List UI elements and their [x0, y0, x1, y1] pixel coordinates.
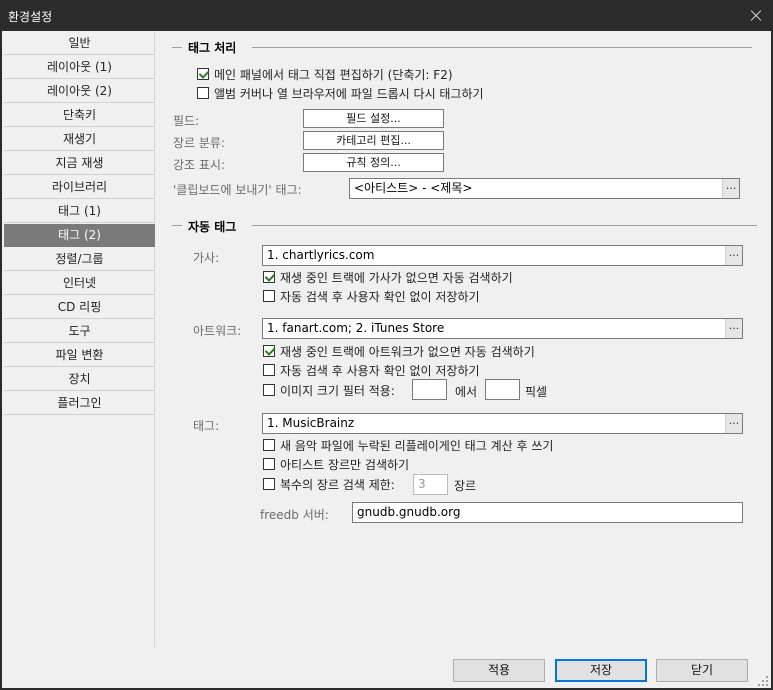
sidebar-item[interactable]: 인터넷 [4, 272, 155, 295]
fields-label: 필드: [173, 114, 200, 128]
lyrics-provider-input[interactable]: 1. chartlyrics.com [262, 245, 743, 266]
artist-genre-checkbox[interactable] [263, 458, 275, 470]
freedb-server-input[interactable]: gnudb.gnudb.org [352, 502, 743, 523]
lyrics-provider-more-button[interactable]: ... [725, 246, 742, 265]
tags-label: 태그: [193, 419, 220, 433]
inline-edit-checkbox[interactable] [197, 68, 209, 80]
clipboard-tag-value: <아티스트> - <제목> [354, 181, 473, 195]
lyrics-auto-search-label[interactable]: 재생 중인 트랙에 가사가 없으면 자동 검색하기 [280, 269, 513, 286]
sidebar-item[interactable]: 재생기 [4, 128, 155, 151]
fields-settings-button[interactable]: 필드 설정... [303, 109, 444, 128]
artwork-provider-value: 1. fanart.com; 2. iTunes Store [267, 321, 445, 335]
genre-edit-button[interactable]: 카테고리 편집... [303, 131, 444, 150]
sidebar-item[interactable]: 라이브러리 [4, 176, 155, 199]
highlight-label: 강조 표시: [173, 158, 226, 172]
artwork-auto-search-checkbox[interactable] [263, 345, 275, 357]
sidebar-item[interactable]: CD 리핑 [4, 296, 155, 319]
artwork-auto-search-label[interactable]: 재생 중인 트랙에 아트워크가 없으면 자동 검색하기 [280, 343, 535, 360]
section-title-auto-tag: 자동 태그 [188, 218, 243, 235]
artwork-size-min-input[interactable] [412, 379, 447, 400]
sidebar-item[interactable]: 플러그인 [4, 392, 155, 415]
artwork-provider-input[interactable]: 1. fanart.com; 2. iTunes Store [262, 318, 743, 339]
sidebar-item[interactable]: 레이아웃 (2) [4, 80, 155, 103]
lyrics-auto-save-label[interactable]: 자동 검색 후 사용자 확인 없이 저장하기 [280, 288, 480, 305]
limit-genres-value: 3 [418, 477, 426, 491]
sidebar-item[interactable]: 파일 변환 [4, 344, 155, 367]
lyrics-label: 가사: [193, 251, 220, 265]
artwork-size-unit-label: 픽셀 [525, 385, 548, 399]
artwork-size-between-label: 에서 [455, 385, 478, 399]
sidebar-item[interactable]: 태그 (1) [4, 200, 155, 223]
limit-genres-label[interactable]: 복수의 장르 검색 제한: [280, 476, 395, 493]
section-divider [172, 225, 182, 226]
artwork-auto-save-label[interactable]: 자동 검색 후 사용자 확인 없이 저장하기 [280, 362, 480, 379]
window-title: 환경설정 [8, 10, 53, 24]
close-button[interactable]: 닫기 [656, 659, 748, 682]
close-icon[interactable] [744, 4, 768, 28]
section-divider [252, 47, 752, 48]
artwork-size-filter-label[interactable]: 이미지 크기 필터 적용: [280, 382, 395, 399]
replaygain-checkbox[interactable] [263, 439, 275, 451]
sidebar-item[interactable]: 일반 [4, 32, 155, 55]
sidebar-item[interactable]: 레이아웃 (1) [4, 56, 155, 79]
clipboard-tag-input[interactable]: <아티스트> - <제목> [349, 178, 740, 199]
artwork-provider-more-button[interactable]: ... [725, 319, 742, 338]
lyrics-provider-value: 1. chartlyrics.com [267, 248, 375, 262]
resize-grip-icon[interactable] [758, 676, 768, 686]
sidebar: 일반 레이아웃 (1) 레이아웃 (2) 단축키 재생기 지금 재생 라이브러리 태그 (1)… [4, 32, 155, 647]
retag-drop-label[interactable]: 앨범 커버나 열 브라우저에 파일 드롭시 다시 태그하기 [214, 85, 484, 102]
tags-provider-more-button[interactable]: ... [725, 414, 742, 433]
tags-provider-input[interactable]: 1. MusicBrainz [262, 413, 743, 434]
section-title-tag-processing: 태그 처리 [188, 39, 243, 56]
sidebar-item[interactable]: 단축키 [4, 104, 155, 127]
title-bar: 환경설정 [0, 0, 773, 31]
retag-drop-checkbox[interactable] [197, 87, 209, 99]
content-panel: 태그 처리 메인 패널에서 태그 직접 편집하기 (단축기: F2) 앨범 커버… [157, 32, 769, 647]
sidebar-item[interactable]: 정렬/그룹 [4, 248, 155, 271]
artist-genre-label[interactable]: 아티스트 장르만 검색하기 [280, 456, 409, 473]
sidebar-item[interactable]: 도구 [4, 320, 155, 343]
replaygain-label[interactable]: 새 음악 파일에 누락된 리플레이게인 태그 계산 후 쓰기 [280, 437, 553, 454]
apply-button[interactable]: 적용 [453, 659, 545, 682]
limit-genres-unit-label: 장르 [454, 479, 477, 493]
sidebar-item[interactable]: 장치 [4, 368, 155, 391]
highlight-rules-button[interactable]: 규칙 정의... [303, 153, 444, 172]
limit-genres-input[interactable]: 3 [413, 474, 448, 495]
limit-genres-checkbox[interactable] [263, 478, 275, 490]
section-divider [252, 225, 757, 226]
artwork-size-filter-checkbox[interactable] [263, 384, 275, 396]
lyrics-auto-save-checkbox[interactable] [263, 290, 275, 302]
artwork-auto-save-checkbox[interactable] [263, 364, 275, 376]
sidebar-item[interactable]: 태그 (2) [4, 224, 155, 247]
clipboard-tag-label: '클립보드에 보내기' 태그: [173, 183, 302, 197]
section-divider [172, 47, 182, 48]
lyrics-auto-search-checkbox[interactable] [263, 271, 275, 283]
tags-provider-value: 1. MusicBrainz [267, 416, 355, 430]
genre-label: 장르 분류: [173, 136, 226, 150]
artwork-size-max-input[interactable] [485, 379, 520, 400]
freedb-server-label: freedb 서버: [260, 508, 329, 522]
sidebar-item[interactable]: 지금 재생 [4, 152, 155, 175]
freedb-server-value: gnudb.gnudb.org [357, 505, 461, 519]
clipboard-tag-more-button[interactable]: ... [722, 179, 739, 198]
save-button[interactable]: 저장 [555, 659, 647, 682]
inline-edit-label[interactable]: 메인 패널에서 태그 직접 편집하기 (단축기: F2) [214, 66, 453, 83]
artwork-label: 아트워크: [193, 324, 242, 338]
